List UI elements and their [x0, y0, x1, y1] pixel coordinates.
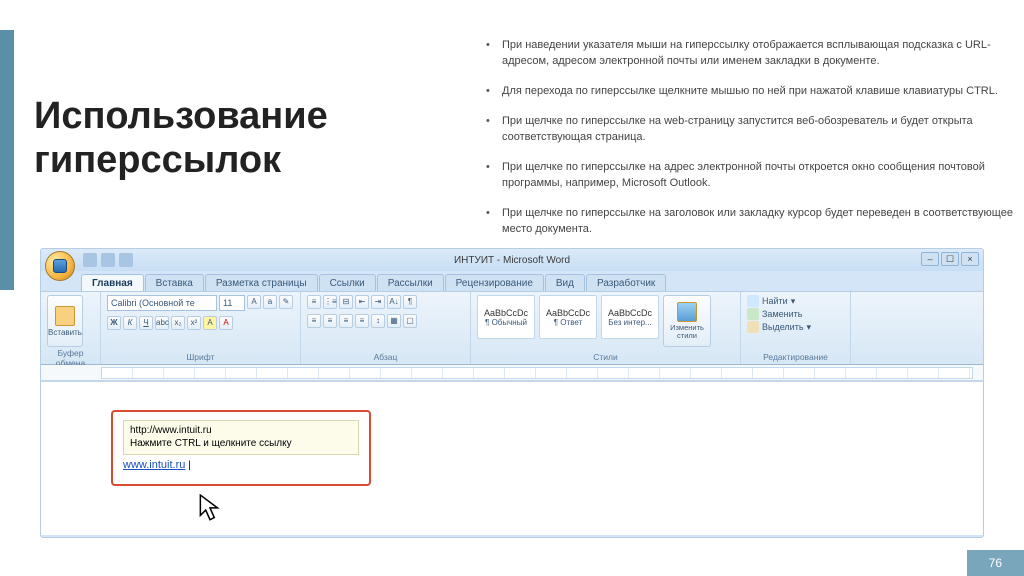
align-left-icon[interactable]: ≡ — [307, 314, 321, 328]
bullet-item: При щелчке по гиперссылке на заголовок и… — [484, 206, 1024, 238]
maximize-icon[interactable]: ☐ — [941, 252, 959, 266]
underline-icon[interactable]: Ч — [139, 316, 153, 330]
hyperlink-tooltip: http://www.intuit.ru Нажмите CTRL и щелк… — [123, 420, 359, 455]
find-icon — [747, 295, 759, 307]
select-button[interactable]: Выделить ▾ — [747, 321, 811, 333]
highlight-icon[interactable]: A — [203, 316, 217, 330]
text-cursor: | — [188, 460, 191, 471]
numbering-icon[interactable]: ⋮≡ — [323, 295, 337, 309]
window-title: ИНТУИТ - Microsoft Word — [454, 255, 570, 266]
font-size-combo[interactable]: 11 — [219, 295, 245, 311]
outdent-icon[interactable]: ⇤ — [355, 295, 369, 309]
ribbon: Вставить Буфер обмена Calibri (Основной … — [41, 291, 983, 365]
replace-icon — [747, 308, 759, 320]
hyperlink-text[interactable]: www.intuit.ru — [123, 459, 185, 471]
shrink-font-icon[interactable]: a — [263, 295, 277, 309]
minimize-icon[interactable]: – — [921, 252, 939, 266]
justify-icon[interactable]: ≡ — [355, 314, 369, 328]
tab-view[interactable]: Вид — [545, 274, 585, 291]
borders-icon[interactable]: ▢ — [403, 314, 417, 328]
bold-icon[interactable]: Ж — [107, 316, 121, 330]
word-screenshot: ИНТУИТ - Microsoft Word – ☐ × Главная Вс… — [40, 248, 984, 538]
paste-icon — [55, 306, 75, 326]
bullet-item: Для перехода по гиперссылке щелкните мыш… — [484, 84, 1024, 100]
ribbon-tabs: Главная Вставка Разметка страницы Ссылки… — [81, 271, 983, 291]
strike-icon[interactable]: abc — [155, 316, 169, 330]
group-editing: Найти ▾ Заменить Выделить ▾ Редактирован… — [741, 292, 851, 364]
group-font: Calibri (Основной те 11 A a ✎ Ж К Ч abc … — [101, 292, 301, 364]
indent-icon[interactable]: ⇥ — [371, 295, 385, 309]
style-answer[interactable]: AaBbCcDc ¶ Ответ — [539, 295, 597, 339]
tab-references[interactable]: Ссылки — [319, 274, 376, 291]
sort-icon[interactable]: A↓ — [387, 295, 401, 309]
shading-icon[interactable]: ▦ — [387, 314, 401, 328]
ruler-strip — [101, 367, 973, 379]
bullet-item: При щелчке по гиперссылке на web-страниц… — [484, 114, 1024, 146]
find-button[interactable]: Найти ▾ — [747, 295, 811, 307]
office-button[interactable] — [45, 251, 75, 281]
group-styles: AaBbCcDc ¶ Обычный AaBbCcDc ¶ Ответ AaBb… — [471, 292, 741, 364]
tab-insert[interactable]: Вставка — [145, 274, 204, 291]
style-normal[interactable]: AaBbCcDc ¶ Обычный — [477, 295, 535, 339]
font-name-combo[interactable]: Calibri (Основной те — [107, 295, 217, 311]
paste-button[interactable]: Вставить — [47, 295, 83, 347]
group-paragraph: ≡ ⋮≡ ⊟ ⇤ ⇥ A↓ ¶ ≡ ≡ ≡ ≡ ↕ ▦ ▢ — [301, 292, 471, 364]
show-marks-icon[interactable]: ¶ — [403, 295, 417, 309]
window-controls[interactable]: – ☐ × — [921, 252, 979, 266]
tab-home[interactable]: Главная — [81, 274, 144, 291]
bullet-item: При щелчке по гиперссылке на адрес элект… — [484, 160, 1024, 192]
select-icon — [747, 321, 759, 333]
word-titlebar: ИНТУИТ - Microsoft Word – ☐ × — [41, 249, 983, 271]
tab-developer[interactable]: Разработчик — [586, 274, 666, 291]
line-spacing-icon[interactable]: ↕ — [371, 314, 385, 328]
page-number: 76 — [967, 550, 1024, 576]
accent-bar — [0, 30, 14, 290]
grow-font-icon[interactable]: A — [247, 295, 261, 309]
multilevel-icon[interactable]: ⊟ — [339, 295, 353, 309]
tab-mailings[interactable]: Рассылки — [377, 274, 444, 291]
bullet-item: При наведении указателя мыши на гиперссы… — [484, 38, 1024, 70]
tab-layout[interactable]: Разметка страницы — [205, 274, 318, 291]
change-styles-button[interactable]: Изменить стили — [663, 295, 711, 347]
font-color-icon[interactable]: A — [219, 316, 233, 330]
align-center-icon[interactable]: ≡ — [323, 314, 337, 328]
style-nospacing[interactable]: AaBbCcDc Без интер... — [601, 295, 659, 339]
group-clipboard: Вставить Буфер обмена — [41, 292, 101, 364]
clear-format-icon[interactable]: ✎ — [279, 295, 293, 309]
tooltip-url: http://www.intuit.ru — [130, 425, 352, 438]
align-right-icon[interactable]: ≡ — [339, 314, 353, 328]
document-area[interactable]: http://www.intuit.ru Нажмите CTRL и щелк… — [41, 381, 983, 535]
italic-icon[interactable]: К — [123, 316, 137, 330]
ruler[interactable] — [41, 365, 983, 381]
tab-review[interactable]: Рецензирование — [445, 274, 544, 291]
superscript-icon[interactable]: x² — [187, 316, 201, 330]
hyperlink-callout: http://www.intuit.ru Нажмите CTRL и щелк… — [111, 410, 371, 486]
bullet-list: При наведении указателя мыши на гиперссы… — [484, 38, 1024, 251]
quick-access-toolbar[interactable] — [83, 253, 133, 267]
replace-button[interactable]: Заменить — [747, 308, 811, 320]
tooltip-hint: Нажмите CTRL и щелкните ссылку — [130, 438, 352, 451]
change-styles-icon — [677, 302, 697, 322]
subscript-icon[interactable]: x₂ — [171, 316, 185, 330]
slide-title: Использование гиперссылок — [34, 95, 454, 182]
close-icon[interactable]: × — [961, 252, 979, 266]
bullets-icon[interactable]: ≡ — [307, 295, 321, 309]
mouse-cursor-icon — [199, 494, 221, 529]
